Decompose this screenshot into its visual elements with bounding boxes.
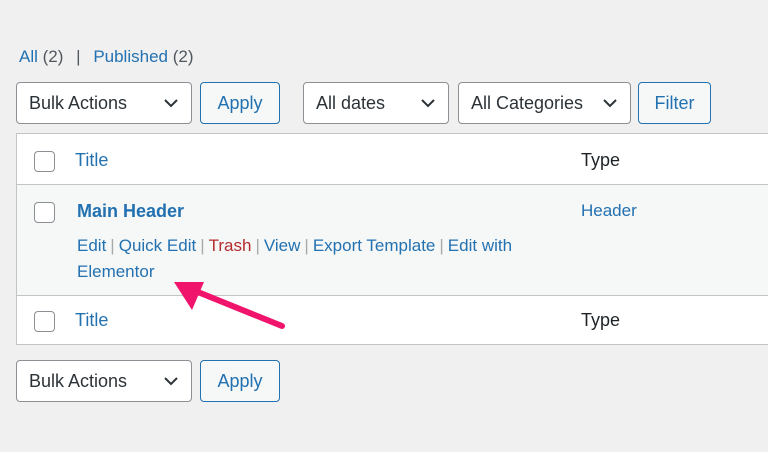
trash-link[interactable]: Trash xyxy=(209,236,252,255)
post-title-link[interactable]: Main Header xyxy=(77,201,184,222)
categories-select-value: All Categories xyxy=(471,92,584,113)
column-title-sort-link-footer[interactable]: Title xyxy=(75,310,108,331)
filter-separator: | xyxy=(76,47,81,66)
apply-button-bottom[interactable]: Apply xyxy=(200,360,280,402)
templates-table: Title Type Main Header Header Edit | Quick… xyxy=(16,133,768,345)
table-footer-row: Title Type xyxy=(17,295,768,345)
bulk-actions-select-bottom[interactable]: Bulk Actions xyxy=(16,360,192,402)
export-template-link[interactable]: Export Template xyxy=(313,236,436,255)
filter-all-count: (2) xyxy=(42,47,64,66)
table-header-row: Title Type xyxy=(17,134,768,185)
column-type-header: Type xyxy=(581,150,621,170)
column-type-footer: Type xyxy=(581,310,621,330)
bulk-actions-select-top[interactable]: Bulk Actions xyxy=(16,82,192,124)
quick-edit-link[interactable]: Quick Edit xyxy=(119,236,196,255)
row-checkbox[interactable] xyxy=(34,202,55,223)
filter-button[interactable]: Filter xyxy=(638,82,711,124)
bulk-actions-select-value: Bulk Actions xyxy=(29,370,128,391)
filter-published-link[interactable]: Published xyxy=(93,47,168,66)
chevron-down-icon xyxy=(164,377,178,386)
edit-link[interactable]: Edit xyxy=(77,236,106,255)
table-row: Main Header Header Edit | Quick Edit | Trash… xyxy=(17,185,768,295)
filter-all-link[interactable]: All xyxy=(19,47,38,66)
filter-published-count: (2) xyxy=(172,47,194,66)
dates-select-value: All dates xyxy=(316,92,386,113)
apply-button-top[interactable]: Apply xyxy=(200,82,280,124)
column-title-sort-link[interactable]: Title xyxy=(75,150,108,171)
select-all-checkbox[interactable] xyxy=(34,151,55,172)
chevron-down-icon xyxy=(421,99,435,108)
status-filters: All (2) | Published (2) xyxy=(19,46,194,68)
post-type-link[interactable]: Header xyxy=(581,201,637,221)
dates-filter-select[interactable]: All dates xyxy=(303,82,449,124)
row-actions: Edit | Quick Edit | Trash | View | Export Templa… xyxy=(77,236,513,281)
select-all-checkbox-footer[interactable] xyxy=(34,311,55,332)
arrow-annotation-icon xyxy=(174,282,285,329)
categories-filter-select[interactable]: All Categories xyxy=(458,82,631,124)
chevron-down-icon xyxy=(603,99,617,108)
chevron-down-icon xyxy=(164,99,178,108)
view-link[interactable]: View xyxy=(264,236,301,255)
bulk-actions-select-value: Bulk Actions xyxy=(29,92,128,113)
